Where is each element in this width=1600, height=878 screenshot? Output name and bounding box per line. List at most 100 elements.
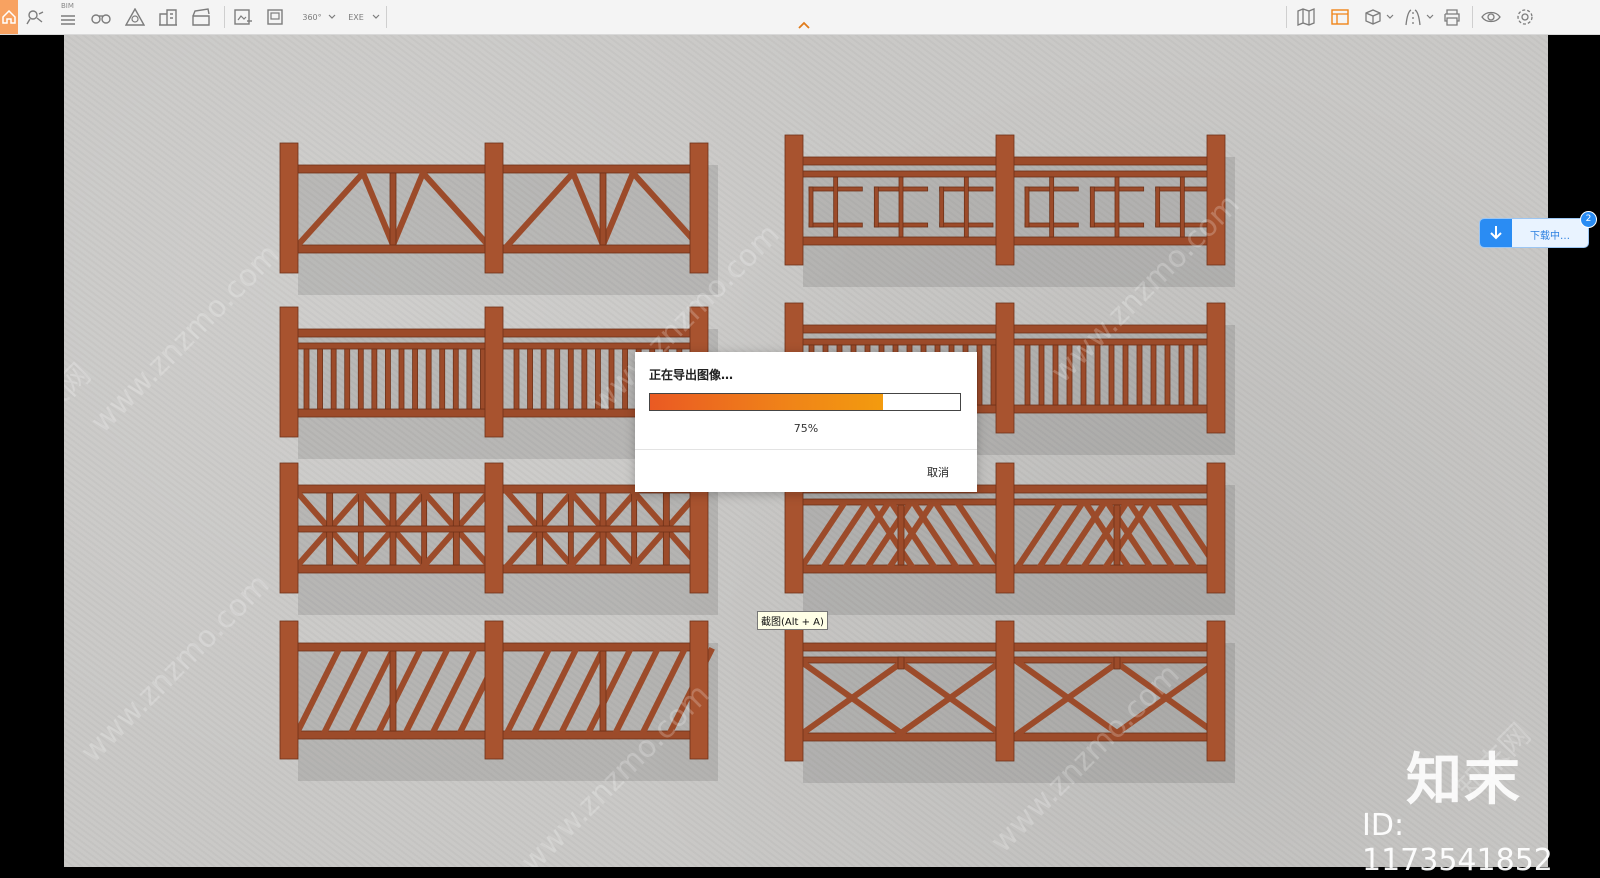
fence-board (1206, 302, 1226, 434)
chevron-down-icon[interactable] (328, 11, 336, 21)
clapperboard-icon[interactable] (190, 7, 212, 27)
top-toolbar: BIM 360° EXE (0, 0, 1600, 35)
collapse-toolbar-chevron-icon[interactable] (797, 20, 811, 30)
fence-board (976, 344, 983, 406)
fence-board (466, 348, 473, 410)
fence-board (357, 348, 364, 410)
fence-board (439, 348, 446, 410)
screenshot-tooltip: 截图(Alt + A) (757, 611, 828, 630)
progress-bar-fill (650, 394, 883, 410)
fence-shadow (298, 165, 718, 295)
fence-board (995, 462, 1015, 594)
toolbar-divider (1472, 6, 1473, 28)
fence-board (425, 348, 432, 410)
fence-board (784, 620, 804, 762)
fence-board (412, 348, 418, 410)
fence-board (303, 348, 310, 410)
fence-board (1164, 344, 1171, 406)
fence-board (452, 348, 459, 410)
fence-board (995, 620, 1015, 762)
fence-board (1114, 176, 1120, 238)
home-button[interactable] (0, 0, 18, 34)
fence-board (873, 186, 879, 228)
chevron-down-icon[interactable] (372, 11, 380, 21)
eye-icon[interactable] (1480, 7, 1502, 27)
brand-logo-watermark: 知末 (1406, 748, 1522, 813)
home-icon (2, 10, 16, 24)
fence-board (1089, 186, 1095, 228)
fence-board (507, 525, 699, 533)
bim-list-icon[interactable] (57, 7, 79, 27)
fence-board (1024, 344, 1031, 406)
panorama-360-icon[interactable]: 360° (299, 7, 325, 27)
export-progress-dialog: 正在导出图像… 75% 取消 (635, 352, 977, 492)
download-status-label: 下载中… (1530, 231, 1570, 242)
fence-board (297, 525, 489, 533)
download-count-badge: 2 (1580, 211, 1597, 228)
fence-board (990, 344, 997, 406)
fence-board (995, 134, 1015, 266)
fence-board (581, 348, 588, 410)
fence-board (1136, 344, 1143, 406)
road-path-icon[interactable] (1402, 7, 1424, 27)
fence-board (484, 620, 504, 760)
fence-board (484, 142, 504, 274)
fence-board (1049, 176, 1055, 238)
gear-icon[interactable] (1514, 7, 1536, 27)
map-book-icon[interactable] (1295, 7, 1317, 27)
fence-board (371, 348, 378, 410)
fence-board (389, 650, 397, 732)
fence-board (995, 302, 1015, 434)
fence-board (1113, 656, 1121, 670)
fence-board (1150, 344, 1157, 406)
fence-board (554, 348, 561, 410)
box-3d-icon[interactable] (1362, 7, 1384, 27)
chevron-down-icon[interactable] (1386, 11, 1394, 21)
fence-board (344, 348, 351, 410)
fence-board (279, 142, 299, 274)
fence-board (279, 620, 299, 760)
fence-board (513, 348, 520, 410)
download-arrow-icon (1480, 219, 1512, 247)
fence-board (689, 142, 709, 274)
buildings-icon[interactable] (157, 7, 179, 27)
fence-board (1024, 186, 1030, 228)
fence-board (1113, 504, 1121, 566)
progress-percent-label: 75% (793, 422, 819, 435)
fence-board (317, 348, 323, 410)
fence-board (1108, 344, 1115, 406)
asset-id-watermark: ID: 1173541852 (1362, 808, 1553, 878)
dialog-title: 正在导出图像… (649, 368, 734, 382)
chevron-down-icon[interactable] (1426, 11, 1434, 21)
fence-board (963, 176, 969, 238)
fence-board (599, 650, 607, 732)
printer-icon[interactable] (1441, 7, 1463, 27)
fence-board (897, 656, 905, 670)
cancel-button[interactable]: 取消 (927, 464, 949, 480)
binoculars-icon[interactable] (90, 7, 112, 27)
fence-board (1192, 344, 1199, 406)
exe-export-icon[interactable]: EXE (343, 7, 369, 27)
download-status-button[interactable]: 下载中… 2 (1479, 211, 1597, 248)
fence-board (279, 306, 299, 438)
fence-board (897, 504, 905, 566)
panorama-360-label: 360° (302, 12, 322, 22)
fence-board (1155, 186, 1161, 228)
location-pin-icon[interactable] (24, 7, 46, 27)
fence-board (784, 134, 804, 266)
image-export-alt-icon[interactable] (265, 7, 287, 27)
fence-board (599, 172, 607, 246)
toolbar-divider (1286, 6, 1287, 28)
dialog-divider (635, 449, 977, 450)
fence-board (1038, 344, 1045, 406)
toolbar-divider (386, 6, 387, 28)
fence-board (484, 462, 504, 594)
toolbar-divider (224, 6, 225, 28)
progress-bar (649, 393, 961, 411)
fence-board (808, 186, 814, 228)
layout-grid-icon[interactable] (1329, 7, 1351, 27)
triangle-scale-icon[interactable] (124, 7, 146, 27)
fence-board (389, 172, 397, 246)
fence-board (833, 176, 839, 238)
image-export-icon[interactable] (232, 7, 254, 27)
